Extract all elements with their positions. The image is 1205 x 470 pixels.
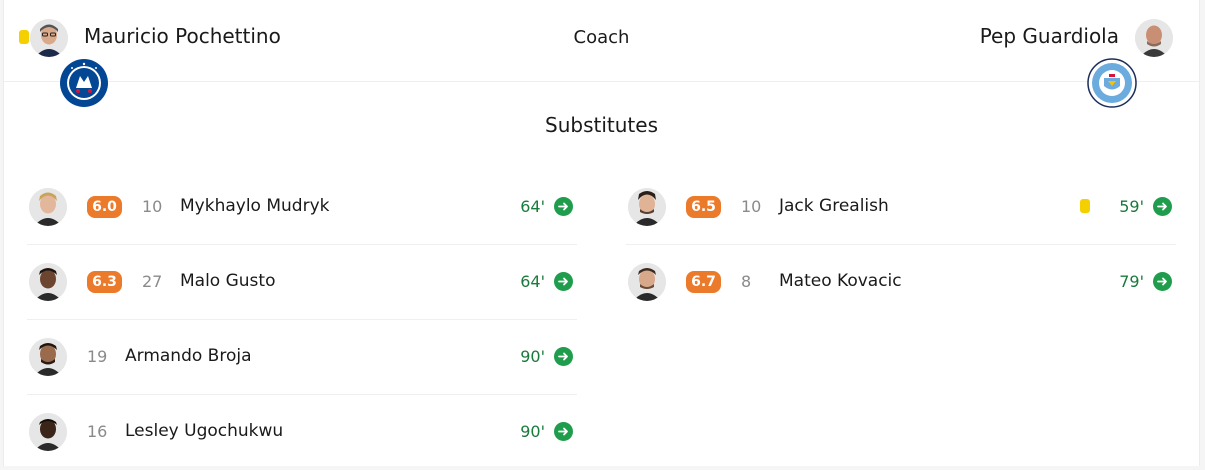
- list-item[interactable]: 6.0 10 Mykhaylo Mudryk 64': [27, 170, 577, 245]
- player-rating: 6.3: [87, 271, 122, 293]
- substitution-in-icon: [554, 197, 573, 216]
- substitution-in-icon: [554, 347, 573, 366]
- sub-minute: 90': [520, 347, 545, 366]
- player-name[interactable]: Malo Gusto: [180, 271, 275, 291]
- player-rating: 6.0: [87, 196, 122, 218]
- shirt-number: 16: [87, 422, 108, 441]
- home-substitutes-list: 6.0 10 Mykhaylo Mudryk 64' 6.3 27 Malo G…: [27, 170, 577, 470]
- coach-row: Mauricio Pochettino Coach Pep Guardiola: [4, 0, 1199, 108]
- list-item[interactable]: 6.5 10 Jack Grealish 59': [626, 170, 1176, 245]
- shirt-number: 8: [741, 272, 752, 291]
- coach-away-avatar[interactable]: [1135, 19, 1173, 57]
- shirt-number: 19: [87, 347, 108, 366]
- away-substitutes-list: 6.5 10 Jack Grealish 59' 6.7 8 Mateo Kov…: [626, 170, 1176, 320]
- manchester-city-crest-icon[interactable]: [1087, 58, 1137, 108]
- player-avatar: [628, 263, 666, 301]
- player-avatar: [29, 338, 67, 376]
- shirt-number: 27: [142, 272, 163, 291]
- player-avatar: [628, 188, 666, 226]
- list-item[interactable]: 16 Lesley Ugochukwu 90': [27, 395, 577, 470]
- shirt-number: 10: [142, 197, 163, 216]
- substitution-in-icon: [554, 272, 573, 291]
- player-name[interactable]: Lesley Ugochukwu: [125, 421, 283, 441]
- player-name[interactable]: Jack Grealish: [779, 196, 889, 216]
- chelsea-crest-icon[interactable]: [59, 58, 109, 108]
- coach-away-name[interactable]: Pep Guardiola: [980, 24, 1119, 48]
- substitution-in-icon: [1153, 197, 1172, 216]
- shirt-number: 10: [741, 197, 762, 216]
- sub-minute: 59': [1119, 197, 1144, 216]
- sub-minute: 79': [1119, 272, 1144, 291]
- player-avatar: [29, 413, 67, 451]
- substitution-in-icon: [1153, 272, 1172, 291]
- substitutes-title: Substitutes: [545, 113, 658, 137]
- lineup-card: Mauricio Pochettino Coach Pep Guardiola: [3, 0, 1200, 466]
- sub-minute: 90': [520, 422, 545, 441]
- list-item[interactable]: 6.7 8 Mateo Kovacic 79': [626, 245, 1176, 320]
- yellow-card-icon: [1080, 199, 1090, 213]
- player-name[interactable]: Armando Broja: [125, 346, 252, 366]
- player-name[interactable]: Mykhaylo Mudryk: [180, 196, 329, 216]
- player-avatar: [29, 263, 67, 301]
- sub-minute: 64': [520, 272, 545, 291]
- substitution-in-icon: [554, 422, 573, 441]
- player-rating: 6.7: [686, 271, 721, 293]
- player-name[interactable]: Mateo Kovacic: [779, 271, 902, 291]
- list-item[interactable]: 19 Armando Broja 90': [27, 320, 577, 395]
- player-rating: 6.5: [686, 196, 721, 218]
- player-avatar: [29, 188, 67, 226]
- sub-minute: 64': [520, 197, 545, 216]
- list-item[interactable]: 6.3 27 Malo Gusto 64': [27, 245, 577, 320]
